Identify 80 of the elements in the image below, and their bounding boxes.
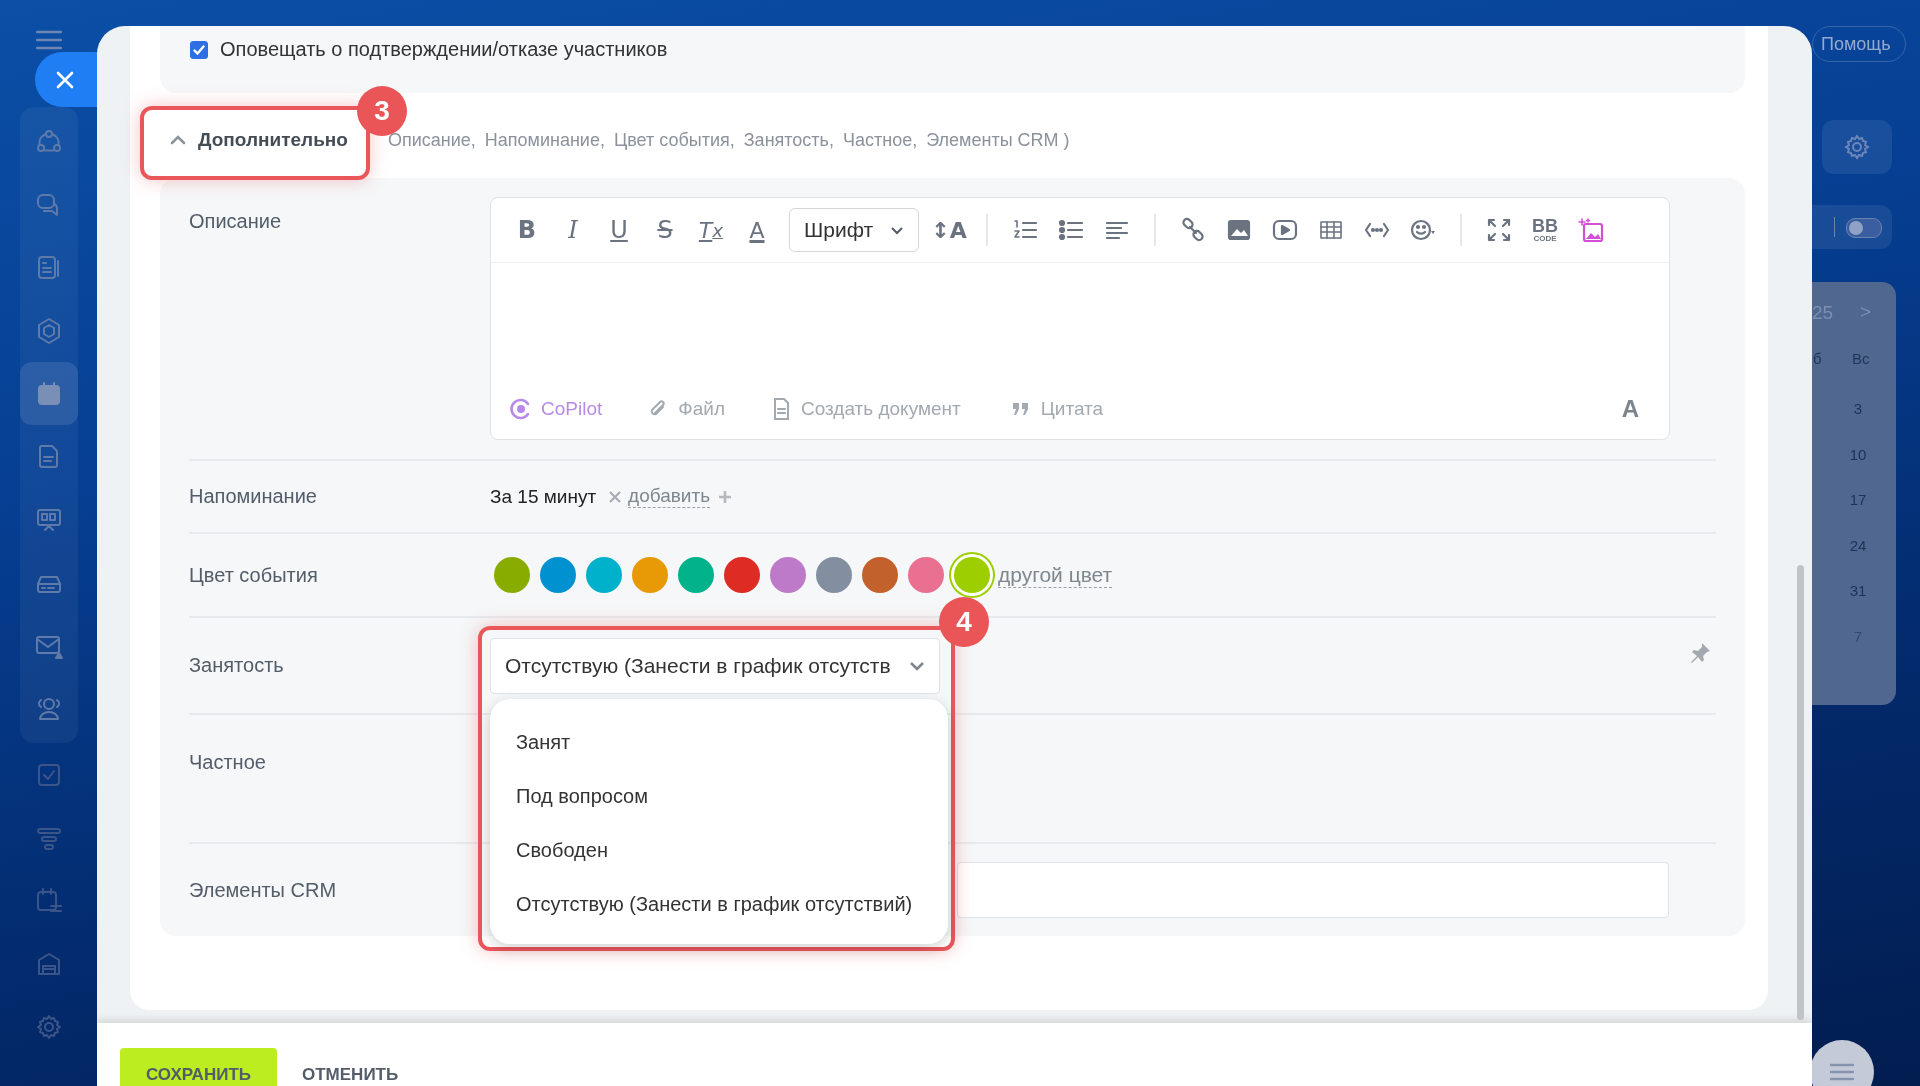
dropdown-option[interactable]: Занят: [490, 715, 948, 769]
menu-icon[interactable]: [35, 30, 62, 50]
quote-button[interactable]: Цитата: [1008, 397, 1104, 421]
document-button[interactable]: Создать документ: [768, 397, 961, 421]
copilot-button[interactable]: CoPilot: [509, 397, 603, 421]
calendar-day[interactable]: 24: [1846, 536, 1870, 554]
italic-button[interactable]: I: [550, 210, 596, 250]
color-swatch[interactable]: [540, 557, 576, 593]
bold-button[interactable]: B: [504, 210, 550, 250]
availability-select[interactable]: Отсутствую (Занести в график отсутств: [490, 637, 940, 694]
list-button[interactable]: [1810, 1040, 1874, 1086]
step-badge: 4: [939, 597, 989, 647]
crm-input-field[interactable]: [957, 862, 1669, 918]
color-swatch[interactable]: [494, 557, 530, 593]
calendar-day[interactable]: 10: [1846, 445, 1870, 463]
field-label: Элементы CRM: [189, 878, 338, 902]
size-button[interactable]: ↕A: [926, 210, 972, 250]
checkbox[interactable]: [190, 40, 208, 59]
dropdown-option[interactable]: Под вопросом: [490, 769, 948, 823]
settings-icon: [1843, 133, 1871, 161]
weekday-label: б: [1813, 350, 1822, 367]
color-swatch[interactable]: [678, 557, 714, 593]
summary-link[interactable]: Занятость,: [743, 129, 834, 151]
color-swatch[interactable]: [770, 557, 806, 593]
chevron-down-icon: [909, 660, 925, 671]
ai-image-icon: [1578, 217, 1604, 243]
image-icon: [1226, 217, 1252, 243]
fullscreen-icon: [1486, 217, 1512, 243]
color-button[interactable]: A: [734, 210, 780, 250]
file-button[interactable]: Файл: [646, 397, 725, 421]
strike-button[interactable]: S: [642, 210, 688, 250]
reminder-value: За 15 минут: [490, 485, 597, 508]
field-label: Занятость: [189, 654, 285, 677]
list-icon: [1829, 1062, 1855, 1082]
color-swatch[interactable]: [862, 557, 898, 593]
sidebar-item[interactable]: [19, 362, 78, 425]
bullet-list-icon: [1058, 217, 1084, 243]
bbcode-button[interactable]: BB CODE: [1522, 210, 1568, 250]
scrollbar[interactable]: [1797, 565, 1804, 1020]
emoji-icon: [1410, 217, 1436, 243]
format-button[interactable]: A: [1621, 395, 1639, 423]
calendar-day[interactable]: 3: [1846, 400, 1870, 417]
section-toggle[interactable]: Дополнительно: [170, 129, 348, 151]
color-swatch[interactable]: [724, 557, 760, 593]
summary-link[interactable]: Цвет события,: [613, 129, 735, 151]
calendar-day[interactable]: 17: [1846, 491, 1870, 508]
color-swatch[interactable]: [586, 557, 622, 593]
summary-link[interactable]: Частное,: [843, 129, 918, 151]
plus-icon[interactable]: [718, 489, 733, 504]
close-icon: [55, 69, 75, 90]
field-label: Цвет события: [189, 563, 319, 587]
summary-link[interactable]: Напоминание,: [484, 129, 605, 151]
summary-link[interactable]: Элементы CRM ): [926, 129, 1070, 151]
video-icon: [1272, 217, 1298, 243]
field-label: Напоминание: [189, 485, 318, 508]
cancel-button[interactable]: ОТМЕНИТЬ: [302, 1048, 399, 1086]
toggle-switch[interactable]: [1846, 218, 1882, 238]
schedule-icon: [34, 886, 63, 915]
font-select[interactable]: Шрифт: [789, 208, 919, 252]
underline-button[interactable]: U: [596, 210, 642, 250]
field-label: Частное: [189, 751, 267, 774]
calendar-day[interactable]: 31: [1846, 582, 1870, 599]
settings-button[interactable]: [1822, 120, 1892, 174]
save-button[interactable]: СОХРАНИТЬ: [120, 1048, 277, 1086]
gear-icon: [34, 1012, 63, 1041]
dropdown-option[interactable]: Отсутствую (Занести в график отсутствий): [490, 877, 948, 931]
add-reminder-link[interactable]: добавить: [628, 484, 711, 509]
chevron-icon: [170, 134, 186, 146]
remove-icon[interactable]: [608, 489, 623, 504]
color-swatch[interactable]: [632, 557, 668, 593]
color-swatch[interactable]: [908, 557, 944, 593]
color-swatch[interactable]: [816, 557, 852, 593]
weekday-label: Вс: [1852, 350, 1870, 367]
checkbox-label: Оповещать о подтверждении/отказе участников: [220, 38, 668, 61]
chevron-down-icon: [890, 225, 904, 235]
field-label: Описание: [189, 209, 283, 233]
close-button[interactable]: [35, 52, 97, 107]
link-icon: [1180, 217, 1206, 243]
other-color-link[interactable]: другой цвет: [998, 561, 1113, 589]
dropdown-option[interactable]: Свободен: [490, 823, 948, 877]
